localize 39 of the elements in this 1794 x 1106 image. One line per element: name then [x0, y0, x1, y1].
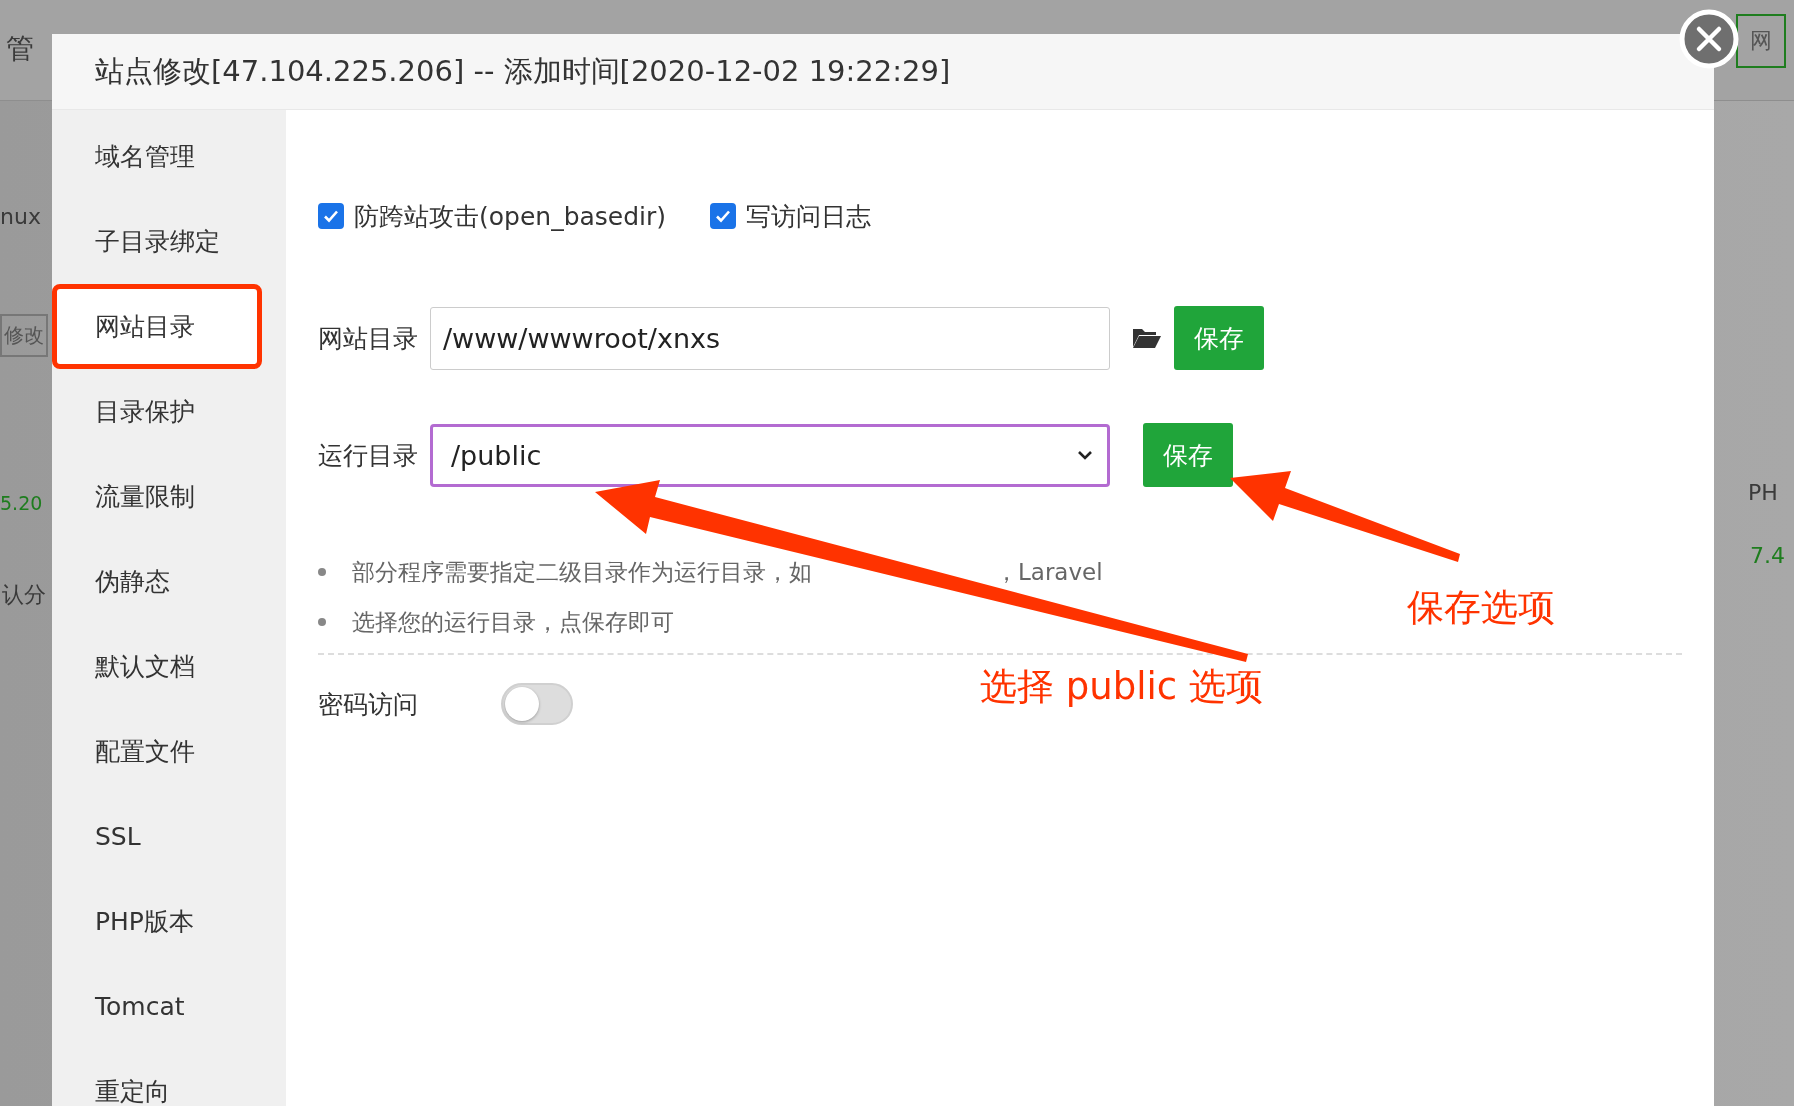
field-label: 密码访问 [318, 688, 419, 721]
bullet-icon [318, 618, 326, 626]
sidebar-item[interactable]: 重定向 [52, 1049, 286, 1106]
background-text: 7.4 [1750, 543, 1785, 570]
field-label: 运行目录 [318, 439, 419, 472]
bullet-icon [318, 568, 326, 576]
sidebar-item[interactable]: 流量限制 [52, 454, 286, 539]
hint-text: ，Laravel [995, 557, 1103, 587]
sidebar-item[interactable]: SSL [52, 794, 286, 879]
sidebar-item[interactable]: 伪静态 [52, 539, 286, 624]
sidebar-item[interactable]: 网站目录 [52, 284, 262, 369]
sidebar-item[interactable]: 子目录绑定 [52, 199, 286, 284]
sidebar-item[interactable]: PHP版本 [52, 879, 286, 964]
checkbox[interactable] [710, 203, 737, 229]
background-text: 认分 [2, 581, 46, 609]
background-text: 修改 [0, 314, 48, 357]
input-field[interactable]: /www/wwwroot/xnxs [430, 306, 1110, 370]
sidebar-item[interactable]: 配置文件 [52, 709, 286, 794]
background-text: 5.20 [0, 492, 43, 514]
hint-text: 部分程序需要指定二级目录作为运行目录，如 [352, 557, 813, 587]
background-text: nux [0, 204, 41, 229]
annotation-text: 选择 public 选项 [980, 664, 1263, 710]
checkbox-label: 防跨站攻击(open_basedir) [354, 200, 667, 233]
folder-icon[interactable] [1132, 326, 1162, 350]
chevron-icon [1077, 450, 1093, 460]
sidebar-item[interactable]: 目录保护 [52, 369, 286, 454]
hint-text: 选择您的运行目录，点保存即可 [352, 607, 674, 637]
annotation-text: 保存选项 [1407, 585, 1555, 631]
checkbox-label: 写访问日志 [746, 200, 872, 233]
dialog-title: 站点修改[47.104.225.206] -- 添加时间[2020-12-02 19:22:29] [95, 52, 951, 90]
field-label: 网站目录 [318, 322, 419, 355]
sidebar-item[interactable]: 默认文档 [52, 624, 286, 709]
background-text: 管 [6, 31, 34, 67]
sidebar-item[interactable]: Tomcat [52, 964, 286, 1049]
select-field[interactable]: /public [430, 423, 1110, 487]
checkbox[interactable] [318, 203, 344, 229]
background-text: PH [1748, 480, 1778, 507]
toggle-switch[interactable] [501, 683, 573, 725]
sidebar-item[interactable]: 域名管理 [52, 114, 286, 199]
